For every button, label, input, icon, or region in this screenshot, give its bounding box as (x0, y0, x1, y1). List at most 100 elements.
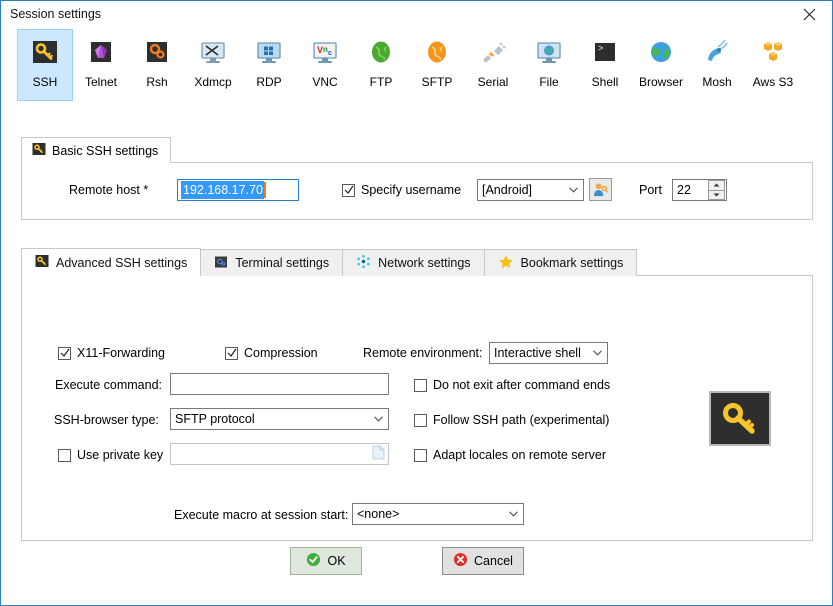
ok-button[interactable]: OK (290, 547, 362, 575)
follow-ssh-path-row[interactable]: Follow SSH path (experimental) (414, 413, 609, 427)
x11-forwarding-label: X11-Forwarding (77, 346, 166, 360)
window-title: Session settings (10, 7, 102, 21)
chevron-down-icon (370, 409, 386, 429)
serial-plug-icon (477, 36, 509, 68)
protocol-label: File (539, 75, 559, 89)
svg-text:>: > (598, 44, 603, 54)
telnet-gem-icon (85, 36, 117, 68)
specify-username-checkbox-row[interactable]: Specify username (342, 183, 461, 197)
tab-bookmark-settings[interactable]: Bookmark settings (483, 249, 638, 276)
protocol-browser[interactable]: Browser (633, 29, 689, 101)
basic-ssh-settings-tab[interactable]: Basic SSH settings (21, 137, 172, 163)
username-select[interactable]: [Android] (477, 179, 584, 201)
star-icon (498, 254, 514, 273)
document-icon[interactable] (372, 445, 385, 463)
protocol-toolbar: SSH Telnet Rsh Xdmcp RDP V n c VNC FTP S… (1, 29, 832, 113)
protocol-serial[interactable]: Serial (465, 29, 521, 101)
tab-label: Advanced SSH settings (56, 255, 188, 270)
protocol-aws-s3[interactable]: Aws S3 (745, 29, 801, 101)
user-key-icon[interactable] (589, 178, 612, 201)
protocol-label: Shell (591, 75, 619, 89)
protocol-file[interactable]: File (521, 29, 577, 101)
username-value: [Android] (482, 183, 533, 197)
do-not-exit-checkbox[interactable] (414, 378, 427, 392)
ssh-browser-type-select[interactable]: SFTP protocol (170, 408, 389, 430)
remote-environment-label: Remote environment: (363, 346, 483, 360)
chevron-down-icon (589, 343, 605, 363)
protocol-telnet[interactable]: Telnet (73, 29, 129, 101)
do-not-exit-row[interactable]: Do not exit after command ends (414, 378, 610, 392)
protocol-xdmcp[interactable]: Xdmcp (185, 29, 241, 101)
basic-ssh-settings-label: Basic SSH settings (52, 143, 159, 158)
protocol-sftp[interactable]: SFTP (409, 29, 465, 101)
ssh-browser-type-value: SFTP protocol (175, 412, 255, 426)
execute-command-label: Execute command: (55, 378, 162, 392)
settings-tabs: Advanced SSH settings Terminal settings … (21, 248, 813, 276)
protocol-label: SSH (32, 75, 58, 89)
follow-ssh-path-checkbox[interactable] (414, 413, 427, 427)
protocol-shell[interactable]: > Shell (577, 29, 633, 101)
big-key-icon (709, 391, 771, 446)
remote-host-value: 192.168.17.70 (181, 181, 264, 199)
protocol-label: Mosh (702, 75, 732, 89)
ssh-browser-type-label: SSH-browser type: (54, 413, 159, 427)
basic-ssh-settings-group: Basic SSH settings Remote host * 192.168… (21, 137, 813, 220)
compression-label: Compression (244, 346, 318, 360)
aws-s3-cubes-icon (757, 36, 789, 68)
tab-label: Network settings (378, 256, 471, 270)
close-icon[interactable] (787, 1, 832, 27)
specify-username-checkbox[interactable] (342, 183, 355, 197)
x11-forwarding-checkbox[interactable] (58, 346, 71, 360)
network-nodes-icon (356, 254, 371, 272)
adapt-locales-checkbox[interactable] (414, 448, 427, 462)
ok-button-label: OK (327, 554, 346, 568)
cancel-button[interactable]: Cancel (442, 547, 524, 575)
compression-checkbox[interactable] (225, 346, 238, 360)
compression-row[interactable]: Compression (225, 346, 318, 360)
tab-advanced-ssh-settings[interactable]: Advanced SSH settings (21, 248, 202, 276)
red-x-icon (453, 552, 468, 570)
ssh-key-icon (29, 36, 61, 68)
x11-forwarding-row[interactable]: X11-Forwarding (58, 346, 165, 360)
use-private-key-row[interactable]: Use private key (58, 448, 163, 462)
protocol-ftp[interactable]: FTP (353, 29, 409, 101)
adapt-locales-row[interactable]: Adapt locales on remote server (414, 448, 606, 462)
port-decrement-button[interactable] (708, 190, 725, 200)
port-increment-button[interactable] (708, 180, 725, 191)
tab-network-settings[interactable]: Network settings (342, 249, 485, 276)
remote-host-input[interactable]: 192.168.17.70 (177, 179, 299, 201)
use-private-key-checkbox[interactable] (58, 448, 71, 462)
protocol-label: FTP (369, 75, 393, 89)
title-bar: Session settings (1, 1, 832, 28)
protocol-label: Browser (638, 75, 683, 89)
port-label: Port (639, 183, 662, 197)
protocol-label: RDP (256, 75, 282, 89)
remote-environment-value: Interactive shell (494, 346, 581, 360)
protocol-mosh[interactable]: Mosh (689, 29, 745, 101)
use-private-key-label: Use private key (77, 448, 164, 462)
port-stepper[interactable]: 22 (672, 179, 727, 201)
cancel-button-label: Cancel (474, 554, 513, 568)
execute-command-input[interactable] (170, 373, 389, 395)
ftp-green-globe-icon (365, 36, 397, 68)
protocol-rdp[interactable]: RDP (241, 29, 297, 101)
ssh-key-icon (32, 142, 46, 159)
protocol-rsh[interactable]: Rsh (129, 29, 185, 101)
tab-terminal-settings[interactable]: Terminal settings (200, 249, 344, 276)
protocol-label: Serial (477, 75, 509, 89)
specify-username-label: Specify username (361, 183, 462, 197)
port-value: 22 (677, 183, 691, 197)
protocol-vnc[interactable]: Vnc VNC (297, 29, 353, 101)
tab-label: Terminal settings (235, 256, 330, 270)
protocol-label: Xdmcp (194, 75, 232, 89)
remote-environment-select[interactable]: Interactive shell (489, 342, 608, 364)
tab-label: Bookmark settings (520, 256, 624, 270)
protocol-ssh[interactable]: SSH (17, 29, 73, 101)
private-key-input[interactable] (170, 443, 389, 465)
execute-macro-select[interactable]: <none> (352, 503, 524, 525)
text-caret (263, 182, 266, 198)
port-spin-buttons[interactable] (708, 180, 725, 200)
do-not-exit-label: Do not exit after command ends (433, 378, 611, 392)
file-globe-monitor-icon (533, 36, 565, 68)
follow-ssh-path-label: Follow SSH path (experimental) (433, 413, 610, 427)
